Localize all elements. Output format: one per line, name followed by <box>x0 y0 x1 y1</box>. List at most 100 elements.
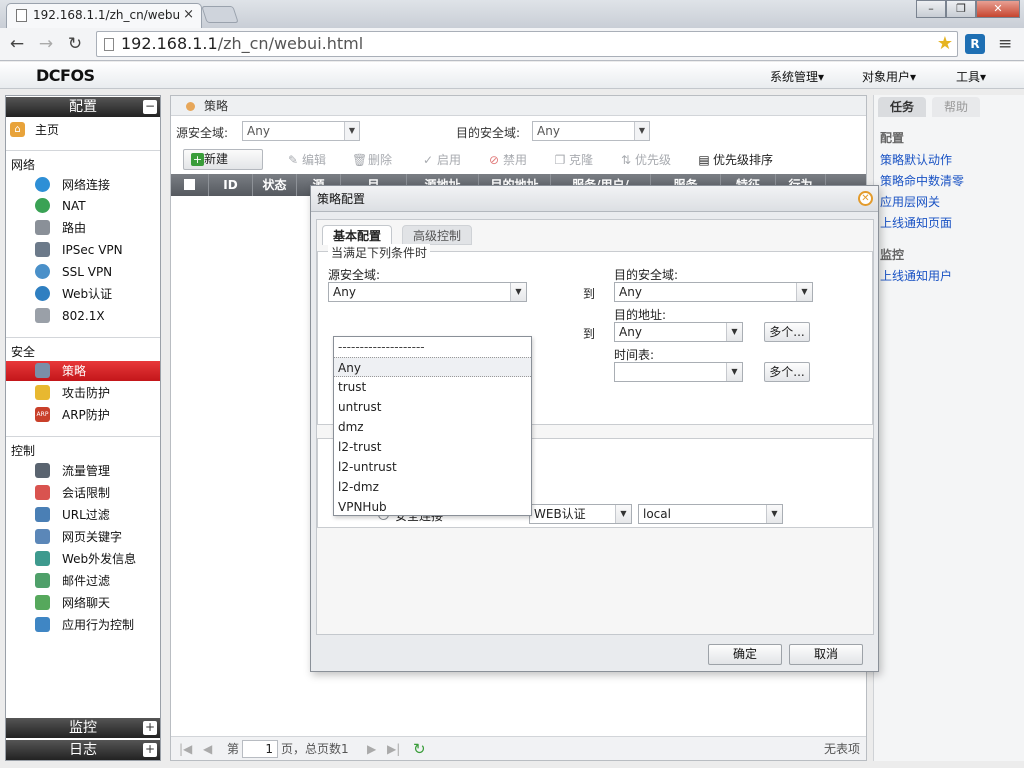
link-default-action[interactable]: 策略默认动作 <box>880 151 952 168</box>
dropdown-option[interactable]: dmz <box>334 417 531 437</box>
dropdown-option[interactable]: Any <box>334 357 531 377</box>
link-online-notify-page[interactable]: 上线通知页面 <box>880 214 952 231</box>
disable-button[interactable]: ⊘ 禁用 <box>487 149 527 171</box>
collapse-icon[interactable]: − <box>143 100 157 114</box>
dropdown-option[interactable]: l2-untrust <box>334 457 531 477</box>
last-page-icon[interactable]: ▶| <box>387 737 400 761</box>
dst-addr-select[interactable]: Any ▼ <box>614 322 743 342</box>
divider <box>6 337 160 338</box>
sidebar-item-traffic-management[interactable]: 流量管理 <box>6 461 160 481</box>
sidebar-log-title: 日志 <box>69 742 97 758</box>
dst-zone-select[interactable]: Any ▼ <box>614 282 813 302</box>
link-online-notify-users[interactable]: 上线通知用户 <box>880 267 952 284</box>
window-close-button[interactable]: ✕ <box>976 0 1020 18</box>
minimize-button[interactable]: – <box>916 0 946 18</box>
sidebar-item-web-auth[interactable]: Web认证 <box>6 284 160 304</box>
menu-tools[interactable]: 工具▾ <box>956 68 986 85</box>
enable-button[interactable]: ✓ 启用 <box>421 149 461 171</box>
tab-tasks[interactable]: 任务 <box>878 97 927 117</box>
link-app-gateway[interactable]: 应用层网关 <box>880 193 940 210</box>
ssl-vpn-icon <box>35 264 50 279</box>
expand-icon[interactable]: + <box>143 721 157 735</box>
auth-method-select[interactable]: WEB认证 ▼ <box>529 504 632 524</box>
dropdown-option[interactable]: trust <box>334 377 531 397</box>
auth-server-select[interactable]: local ▼ <box>638 504 783 524</box>
dst-addr-more-button[interactable]: 多个... <box>764 322 810 342</box>
schedule-select[interactable]: ▼ <box>614 362 743 382</box>
col-id[interactable]: ID <box>209 174 253 196</box>
menu-system-management[interactable]: 系统管理▾ <box>770 68 824 85</box>
dropdown-option[interactable]: untrust <box>334 397 531 417</box>
dropdown-option[interactable]: -------------------- <box>334 337 531 357</box>
maximize-button[interactable]: ❐ <box>946 0 976 18</box>
first-page-icon[interactable]: |◀ <box>179 737 192 761</box>
dropdown-option[interactable]: l2-trust <box>334 437 531 457</box>
extension-icon[interactable]: R <box>965 34 985 54</box>
ok-button[interactable]: 确定 <box>708 644 782 665</box>
new-button[interactable]: + 新建 <box>183 149 263 170</box>
delete-button[interactable]: 🗑删除 <box>352 149 392 171</box>
close-icon[interactable]: ✕ <box>858 191 873 206</box>
breadcrumb: 策略 <box>171 96 866 116</box>
sidebar-log-header[interactable]: 日志 + <box>6 740 160 760</box>
sidebar-monitor-header[interactable]: 监控 + <box>6 718 160 738</box>
page-number-input[interactable]: 1 <box>242 740 278 758</box>
cancel-button[interactable]: 取消 <box>789 644 863 665</box>
menu-object-user[interactable]: 对象用户▾ <box>862 68 916 85</box>
sidebar-item-home[interactable]: ⌂ 主页 <box>6 120 160 140</box>
clone-icon: ❐ <box>554 153 566 167</box>
document-icon <box>104 38 114 51</box>
page-total: 页，总页数1 <box>281 742 349 756</box>
tab-help[interactable]: 帮助 <box>932 97 981 117</box>
sidebar-item-ipsec-vpn[interactable]: IPSec VPN <box>6 240 160 260</box>
sidebar-item-policy[interactable]: 策略 <box>6 361 160 381</box>
app-header: DCFOS 系统管理▾ 对象用户▾ 工具▾ <box>0 62 1024 89</box>
dropdown-option[interactable]: l2-dmz <box>334 477 531 497</box>
shield-icon <box>35 385 50 400</box>
tab-close-icon[interactable]: × <box>183 4 194 26</box>
source-zone-filter[interactable]: Any ▼ <box>242 121 360 141</box>
col-status[interactable]: 状态 <box>253 174 297 196</box>
sidebar-item-arp-defense[interactable]: ARP ARP防护 <box>6 405 160 425</box>
bookmark-star-icon[interactable]: ★ <box>937 32 953 56</box>
sidebar-item-ssl-vpn[interactable]: SSL VPN <box>6 262 160 282</box>
edit-button[interactable]: ✎ 编辑 <box>286 149 326 171</box>
sidebar-item-network-connection[interactable]: 网络连接 <box>6 175 160 195</box>
tab-advanced-control[interactable]: 高级控制 <box>402 225 473 245</box>
select-all-checkbox[interactable] <box>171 174 209 196</box>
priority-sort-button[interactable]: ▤ 优先级排序 <box>697 149 773 171</box>
schedule-more-button[interactable]: 多个... <box>764 362 810 382</box>
refresh-icon[interactable]: ↻ <box>413 737 426 761</box>
sidebar-item-network-chat[interactable]: 网络聊天 <box>6 593 160 613</box>
back-icon[interactable]: ← <box>6 33 28 55</box>
expand-icon[interactable]: + <box>143 743 157 757</box>
auth-method-value: WEB认证 <box>534 507 586 521</box>
sidebar-item-url-filter[interactable]: URL过滤 <box>6 505 160 525</box>
sidebar-item-attack-defense[interactable]: 攻击防护 <box>6 383 160 403</box>
sidebar-item-mail-filter[interactable]: 邮件过滤 <box>6 571 160 591</box>
sidebar-item-web-keyword[interactable]: 网页关键字 <box>6 527 160 547</box>
src-zone-select[interactable]: Any ▼ <box>328 282 527 302</box>
browser-tab[interactable]: 192.168.1.1/zh_cn/webu × <box>6 3 202 28</box>
dropdown-option[interactable]: VPNHub <box>334 497 531 517</box>
prev-page-icon[interactable]: ◀ <box>203 737 212 761</box>
dest-zone-filter[interactable]: Any ▼ <box>532 121 650 141</box>
browser-menu-icon[interactable]: ≡ <box>998 34 1012 54</box>
next-page-icon[interactable]: ▶ <box>367 737 376 761</box>
clone-button[interactable]: ❐ 克隆 <box>553 149 593 171</box>
address-bar[interactable]: 192.168.1.1/zh_cn/webui.html ★ <box>96 31 958 57</box>
forward-icon[interactable]: → <box>35 33 57 55</box>
reload-icon[interactable]: ↻ <box>64 33 86 55</box>
sidebar-item-routing[interactable]: 路由 <box>6 218 160 238</box>
sidebar-item-session-limit[interactable]: 会话限制 <box>6 483 160 503</box>
sidebar-config-header[interactable]: 配置 − <box>6 97 160 117</box>
sidebar-item-8021x[interactable]: 802.1X <box>6 306 160 326</box>
link-clear-hits[interactable]: 策略命中数清零 <box>880 172 964 189</box>
sidebar-monitor-title: 监控 <box>69 720 97 736</box>
tab-basic-config[interactable]: 基本配置 <box>322 225 393 245</box>
sidebar-item-app-behavior[interactable]: 应用行为控制 <box>6 615 160 635</box>
new-tab-button[interactable] <box>201 6 239 23</box>
sidebar-item-nat[interactable]: NAT <box>6 196 160 216</box>
sidebar-item-web-outgoing[interactable]: Web外发信息 <box>6 549 160 569</box>
priority-button[interactable]: ⇅ 优先级 <box>619 149 671 171</box>
